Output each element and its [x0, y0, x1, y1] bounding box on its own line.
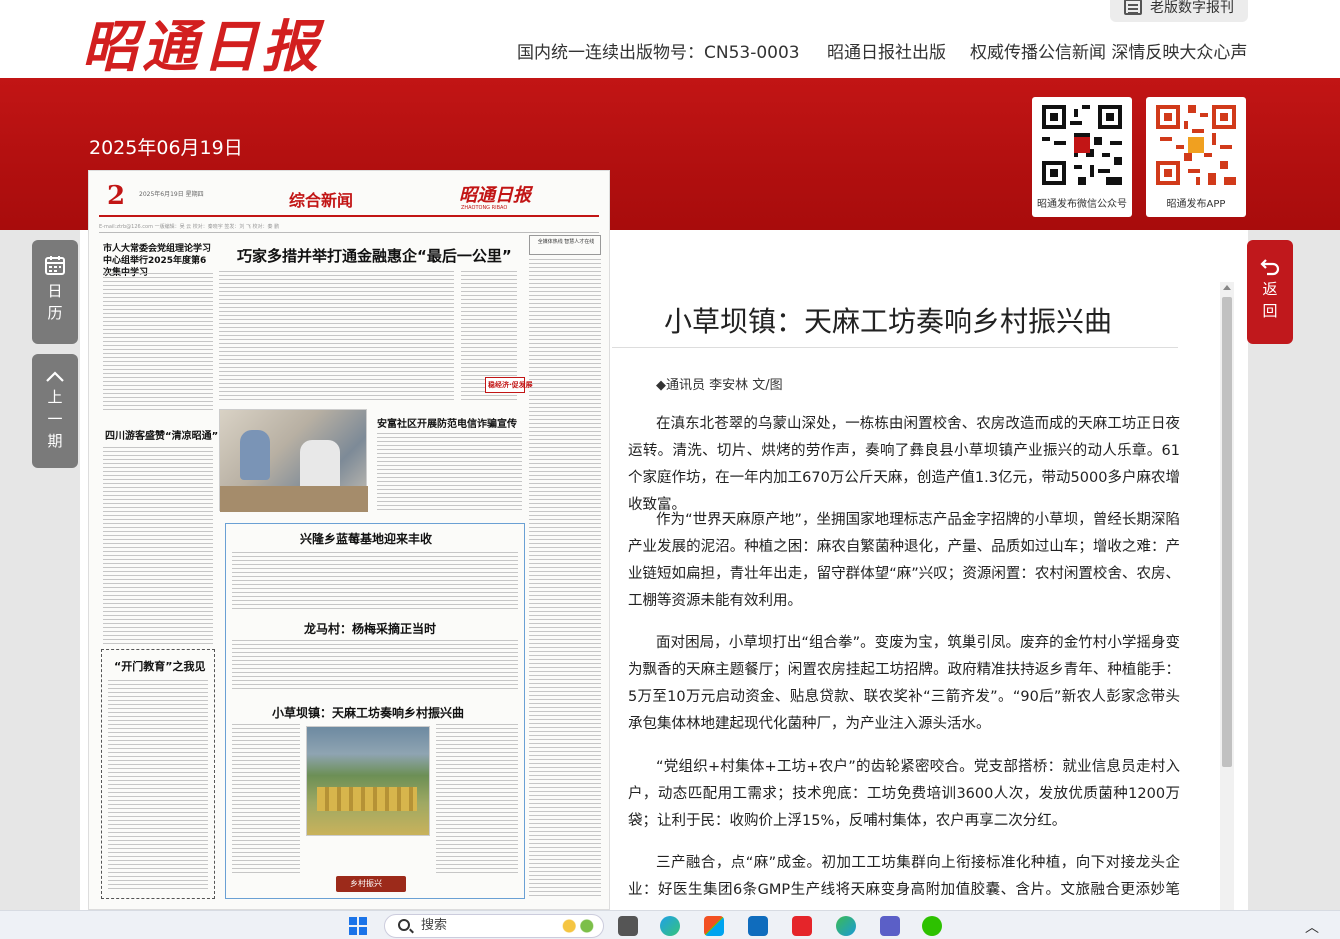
publication-number: 国内统一连续出版物号：CN53-0003: [517, 43, 800, 63]
calendar-icon: [45, 256, 65, 275]
scrollbar-thumb[interactable]: [1222, 297, 1232, 767]
back-button[interactable]: 返 回: [1247, 240, 1293, 344]
back-label: 返 回: [1262, 280, 1278, 320]
article-byline: ◆通讯员 李安林 文/图: [656, 378, 783, 393]
article-title: 小草坝镇：天麻工坊奏响乡村振兴曲: [664, 305, 1113, 338]
article-paragraph: “党组织+村集体+工坊+农户”的齿轮紧密咬合。党支部搭桥：就业信息员走村入户，动…: [628, 759, 1180, 829]
search-icon: [398, 919, 410, 931]
article-text-block: [103, 273, 213, 413]
previous-issue-button[interactable]: 上 一 期: [32, 354, 78, 468]
article-text-block: [377, 433, 522, 513]
article-text-block: [232, 724, 300, 874]
page-masthead-sub: ZHAOTONG RIBAO: [461, 205, 508, 211]
article-paragraph: 三产融合，点“麻”成金。初加工工坊集群向上衔接标准化种植，向下对接龙头企业：好医…: [628, 855, 1180, 910]
fraud-photo[interactable]: [219, 409, 368, 512]
footer-tag-label: 乡村振兴: [350, 879, 382, 888]
article-text-block: [219, 271, 454, 401]
slogan: 权威传播公信新闻 深情反映大众心声: [970, 43, 1248, 63]
footer-tag: 乡村振兴: [336, 876, 406, 892]
wechat-icon[interactable]: [922, 916, 942, 936]
edge-alt-icon[interactable]: [836, 916, 856, 936]
article-paragraph: 作为“世界天麻原产地”，坐拥国家地理标志产品金字招牌的小草坝，曾经长期深陷产业发…: [628, 512, 1180, 609]
wechat-qr-card: 昭通发布微信公众号: [1032, 97, 1132, 217]
article-text-block: [103, 447, 213, 647]
article-reader[interactable]: 小草坝镇：天麻工坊奏响乡村振兴曲 ◆通讯员 李安林 文/图 在滇东北苍翠的乌蒙山…: [612, 280, 1218, 910]
commentary-box: “开门教育”之我见: [101, 649, 215, 899]
qr-code-icon: [1042, 105, 1122, 185]
hotline-box: 全媒体热线 智慧人才在线: [529, 235, 601, 255]
headline-plum[interactable]: 龙马村：杨梅采摘正当时: [304, 620, 436, 637]
newspaper-page-thumbnail[interactable]: 2 2025年6月19日 星期四 综合新闻 昭通日报 ZHAOTONG RIBA…: [88, 170, 610, 910]
return-arrow-icon: [1260, 259, 1280, 276]
scroll-up-icon[interactable]: [1223, 285, 1231, 290]
app-qr-card: 昭通发布APP: [1146, 97, 1246, 217]
qr-code-icon: [1156, 105, 1236, 185]
article-text-block: [436, 724, 518, 874]
headline-tourists[interactable]: 四川游客盛赞“清凉昭通”: [105, 427, 218, 442]
publisher: 昭通日报社出版: [827, 43, 946, 63]
tray-chevron-up-icon[interactable]: ︿: [1305, 917, 1319, 937]
site-logo[interactable]: 昭通日报: [82, 2, 322, 83]
article-text-block: [232, 640, 518, 690]
old-version-link[interactable]: 老版数字报刊: [1110, 0, 1248, 22]
article-text-block: [529, 259, 601, 899]
article-text-block: [108, 680, 208, 890]
edition-date: 2025年06月19日: [89, 137, 243, 159]
store-icon[interactable]: [704, 916, 724, 936]
side-tag-label: 稳经济·促发展: [488, 381, 533, 389]
edge-browser-icon[interactable]: [660, 916, 680, 936]
chevron-up-icon: [46, 371, 64, 382]
newspaper-icon: [1124, 0, 1142, 15]
calendar-label: 日 历: [47, 282, 63, 322]
hotline-title: 全媒体热线 智慧人才在线: [537, 239, 595, 245]
page-info-line: E-mail:ztrb@126.com 一版编辑：吴 云 校对：秦晓宇 签发：刘…: [99, 223, 599, 233]
article-paragraph: 面对困局，小草坝打出“组合拳”。变废为宝，筑巢引凤。废弃的金竹村小学摇身变为飘香…: [628, 635, 1180, 732]
teams-icon[interactable]: [880, 916, 900, 936]
windows-taskbar: 搜索 ︿: [0, 910, 1340, 939]
headline-tianma[interactable]: 小草坝镇：天麻工坊奏响乡村振兴曲: [272, 704, 464, 721]
outlook-icon[interactable]: [748, 916, 768, 936]
tianma-photo[interactable]: [306, 726, 430, 836]
wechat-qr-label: 昭通发布微信公众号: [1037, 199, 1127, 210]
headline-blueberry[interactable]: 兴隆乡蓝莓基地迎来丰收: [300, 530, 432, 547]
search-highlight-icon[interactable]: [556, 915, 600, 937]
article-text-block: [232, 552, 518, 612]
article-paragraph: 在滇东北苍翠的乌蒙山深处，一栋栋由闲置校舍、农房改造而成的天麻工坊正日夜运转。清…: [628, 416, 1180, 513]
rural-revitalization-box: 兴隆乡蓝莓基地迎来丰收 龙马村：杨梅采摘正当时 小草坝镇：天麻工坊奏响乡村振兴曲…: [225, 523, 525, 899]
site-header: 昭通日报 老版数字报刊 国内统一连续出版物号：CN53-0003 昭通日报社出版…: [0, 0, 1340, 80]
windows-start-icon[interactable]: [348, 916, 368, 936]
headline-lead[interactable]: 巧家多措并举打通金融惠企“最后一公里”: [237, 245, 512, 266]
page-section-title: 综合新闻: [289, 191, 354, 210]
page-header: 2 2025年6月19日 星期四 综合新闻 昭通日报 ZHAOTONG RIBA…: [99, 181, 599, 217]
file-explorer-icon[interactable]: [618, 916, 638, 936]
title-divider: [612, 347, 1178, 348]
page-date: 2025年6月19日 星期四: [139, 191, 204, 198]
app-qr-label: 昭通发布APP: [1166, 199, 1226, 210]
wps-icon[interactable]: [792, 916, 812, 936]
calendar-button[interactable]: 日 历: [32, 240, 78, 344]
headline-commentary[interactable]: “开门教育”之我见: [114, 658, 205, 674]
side-tag: 稳经济·促发展: [485, 377, 533, 393]
old-version-label: 老版数字报刊: [1150, 0, 1234, 16]
page-number: 2: [107, 181, 126, 211]
previous-issue-label: 上 一 期: [47, 388, 63, 450]
page-masthead: 昭通日报: [459, 185, 531, 206]
headline-fraud[interactable]: 安富社区开展防范电信诈骗宣传: [377, 415, 517, 430]
